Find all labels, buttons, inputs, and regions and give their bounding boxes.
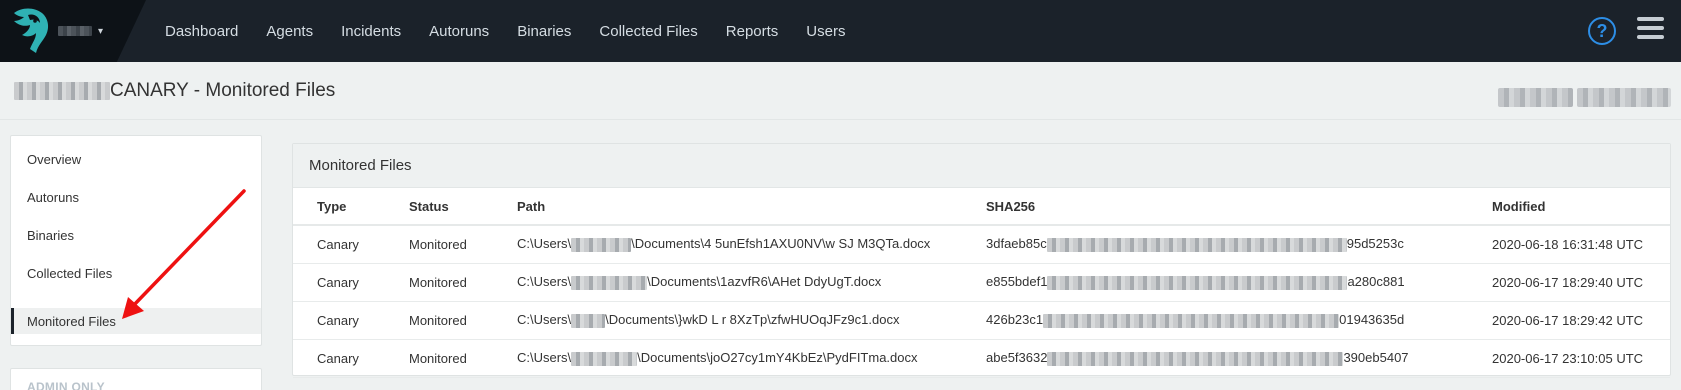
cell-modified: 2020-06-18 16:31:48 UTC [1468, 225, 1670, 264]
username-redacted [571, 275, 648, 290]
cell-sha256: abe5f3632 390eb5407 [962, 339, 1468, 378]
nav-link-autoruns[interactable]: Autoruns [429, 23, 489, 40]
hash-redacted [1047, 351, 1344, 366]
username-redacted [571, 238, 632, 253]
cell-type: Canary [293, 301, 385, 340]
monitored-files-table: Type Status Path SHA256 Modified Canary … [293, 188, 1670, 378]
column-header-type[interactable]: Type [293, 188, 385, 226]
header-action-button-1[interactable] [1498, 88, 1573, 107]
nav-link-binaries[interactable]: Binaries [517, 23, 571, 40]
column-header-modified[interactable]: Modified [1468, 188, 1670, 226]
cell-status: Monitored [385, 263, 493, 302]
cell-sha256: 426b23c1 01943635d [962, 301, 1468, 340]
help-icon[interactable]: ? [1588, 17, 1616, 45]
cell-sha256: e855bdef1 a280c881 [962, 263, 1468, 302]
top-navbar: ▾ Dashboard Agents Incidents Autoruns Bi… [0, 0, 1681, 62]
sidebar-item-overview[interactable]: Overview [11, 146, 261, 172]
cell-modified: 2020-06-17 18:29:42 UTC [1468, 301, 1670, 340]
nav-link-dashboard[interactable]: Dashboard [165, 23, 238, 40]
cell-path: C:\Users\ \Documents\1azvfR6\AHet DdyUgT.… [493, 263, 962, 302]
username-redacted [571, 313, 606, 328]
cell-status: Monitored [385, 301, 493, 340]
header-action-button-2[interactable] [1577, 88, 1671, 107]
agent-name-redacted [14, 82, 110, 100]
cell-path: C:\Users\ \Documents\}wkD L r 8XzTp\zfwHU… [493, 301, 962, 340]
hash-redacted [1047, 275, 1348, 290]
org-name-redacted [58, 26, 92, 36]
header-actions [1498, 88, 1671, 107]
hash-redacted [1043, 313, 1340, 328]
nav-link-agents[interactable]: Agents [266, 23, 313, 40]
panel-title: Monitored Files [293, 144, 1670, 188]
cell-sha256: 3dfaeb85c 95d5253c [962, 225, 1468, 264]
page-title: CANARY - Monitored Files [14, 80, 335, 102]
table-row[interactable]: Canary Monitored C:\Users\ \Documents\joO… [293, 339, 1670, 378]
nav-link-reports[interactable]: Reports [726, 23, 779, 40]
admin-section: ADMIN ONLY [10, 368, 262, 390]
username-redacted [571, 351, 638, 366]
cell-type: Canary [293, 263, 385, 302]
table-row[interactable]: Canary Monitored C:\Users\ \Documents\}wk… [293, 301, 1670, 340]
chevron-down-icon: ▾ [98, 25, 104, 37]
cell-path: C:\Users\ \Documents\4 5unEfsh1AXU0NV\w S… [493, 225, 962, 264]
column-header-path[interactable]: Path [493, 188, 962, 226]
table-row[interactable]: Canary Monitored C:\Users\ \Documents\1az… [293, 263, 1670, 302]
table-row[interactable]: Canary Monitored C:\Users\ \Documents\4 5… [293, 225, 1670, 264]
nav-link-users[interactable]: Users [806, 23, 845, 40]
red-arrow-annotation-icon [122, 189, 246, 319]
column-header-sha256[interactable]: SHA256 [962, 188, 1468, 226]
hamburger-menu-icon[interactable] [1637, 17, 1665, 43]
falcon-logo-icon[interactable] [8, 5, 54, 57]
hash-redacted [1046, 238, 1347, 253]
cell-path: C:\Users\ \Documents\joO27cy1mY4KbEz\PydF… [493, 339, 962, 378]
column-header-status[interactable]: Status [385, 188, 493, 226]
cell-type: Canary [293, 225, 385, 264]
cell-type: Canary [293, 339, 385, 378]
page-title-text: CANARY - Monitored Files [110, 80, 336, 101]
cell-modified: 2020-06-17 23:10:05 UTC [1468, 339, 1670, 378]
nav-link-incidents[interactable]: Incidents [341, 23, 401, 40]
page-header: CANARY - Monitored Files [0, 62, 1681, 120]
table-header-row: Type Status Path SHA256 Modified [293, 188, 1670, 226]
cell-status: Monitored [385, 339, 493, 378]
cell-status: Monitored [385, 225, 493, 264]
monitored-files-panel: Monitored Files Type Status Path SHA256 … [292, 143, 1671, 378]
main-nav: Dashboard Agents Incidents Autoruns Bina… [151, 0, 873, 62]
cell-modified: 2020-06-17 18:29:40 UTC [1468, 263, 1670, 302]
nav-link-collected-files[interactable]: Collected Files [599, 23, 697, 40]
admin-only-label: ADMIN ONLY [27, 380, 105, 390]
org-switcher[interactable]: ▾ [58, 22, 103, 40]
